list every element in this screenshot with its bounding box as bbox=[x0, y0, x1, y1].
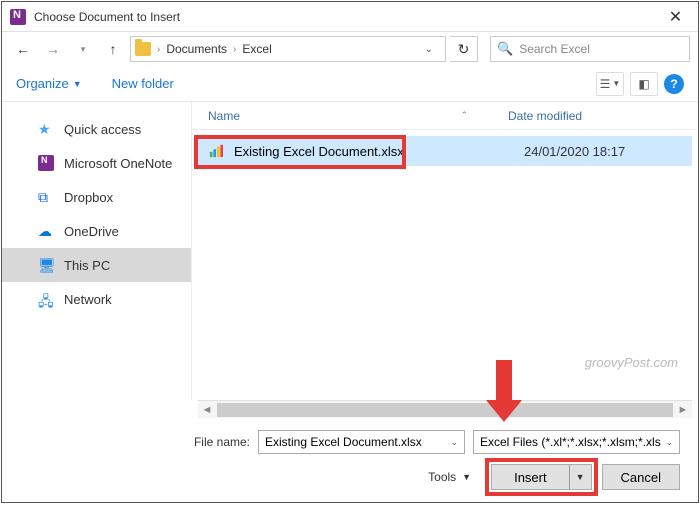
folder-icon bbox=[135, 42, 151, 56]
sidebar-item-network[interactable]: 🖧 Network bbox=[2, 282, 191, 316]
chevron-down-icon: ▼ bbox=[73, 79, 82, 89]
cloud-icon: ☁ bbox=[38, 223, 54, 239]
file-row[interactable]: Existing Excel Document.xlsx 24/01/2020 … bbox=[198, 136, 692, 166]
dialog-title: Choose Document to Insert bbox=[34, 10, 653, 24]
help-button[interactable]: ? bbox=[664, 74, 684, 94]
sidebar-item-onedrive[interactable]: ☁ OneDrive bbox=[2, 214, 191, 248]
scroll-thumb[interactable] bbox=[217, 403, 673, 417]
tools-menu[interactable]: Tools ▼ bbox=[428, 470, 471, 484]
column-headers: Name ⌃ Date modified bbox=[192, 102, 698, 130]
file-dialog: Choose Document to Insert ✕ ← → ▾ ↑ › Do… bbox=[1, 1, 699, 503]
up-button[interactable]: ↑ bbox=[100, 36, 126, 62]
column-date[interactable]: Date modified bbox=[508, 109, 698, 123]
new-folder-button[interactable]: New folder bbox=[112, 76, 174, 91]
preview-pane-button[interactable]: ◧ bbox=[630, 72, 658, 96]
watermark: groovyPost.com bbox=[585, 355, 678, 370]
sidebar-item-quick-access[interactable]: ★ Quick access bbox=[2, 112, 191, 146]
close-button[interactable]: ✕ bbox=[653, 2, 698, 32]
search-icon: 🔍 bbox=[497, 41, 513, 57]
filename-input[interactable]: Existing Excel Document.xlsx ⌄ bbox=[258, 430, 465, 454]
monitor-icon: 🖥 bbox=[38, 257, 54, 273]
button-row: Tools ▼ Insert ▼ Cancel bbox=[20, 464, 680, 490]
cancel-button[interactable]: Cancel bbox=[602, 464, 680, 490]
scroll-left-icon[interactable]: ◄ bbox=[198, 404, 216, 416]
scroll-right-icon[interactable]: ► bbox=[674, 404, 692, 416]
onenote-icon bbox=[10, 9, 26, 25]
filename-row: File name: Existing Excel Document.xlsx … bbox=[20, 430, 680, 454]
search-input[interactable]: 🔍 Search Excel bbox=[490, 36, 690, 62]
toolbar: Organize ▼ New folder ☰ ▼ ◧ ? bbox=[2, 66, 698, 102]
chevron-down-icon[interactable]: ⌄ bbox=[450, 437, 458, 448]
file-pane: Name ⌃ Date modified Existing Excel Docu… bbox=[192, 102, 698, 400]
sidebar: ★ Quick access Microsoft OneNote ⧉ Dropb… bbox=[2, 102, 192, 400]
chevron-down-icon: ▼ bbox=[462, 472, 471, 482]
filename-label: File name: bbox=[20, 435, 250, 449]
sort-indicator-icon: ⌃ bbox=[460, 110, 468, 121]
breadcrumb-root[interactable]: Documents bbox=[162, 42, 231, 56]
file-name: Existing Excel Document.xlsx bbox=[234, 144, 524, 159]
sidebar-item-onenote[interactable]: Microsoft OneNote bbox=[2, 146, 191, 180]
back-button[interactable]: ← bbox=[10, 36, 36, 62]
column-name[interactable]: Name ⌃ bbox=[208, 109, 508, 123]
view-options-button[interactable]: ☰ ▼ bbox=[596, 72, 624, 96]
dialog-body: ★ Quick access Microsoft OneNote ⧉ Dropb… bbox=[2, 102, 698, 400]
search-placeholder: Search Excel bbox=[519, 42, 590, 56]
onenote-icon bbox=[38, 155, 54, 171]
chevron-down-icon[interactable]: ⌄ bbox=[665, 437, 673, 448]
chevron-icon: › bbox=[157, 44, 160, 55]
file-type-filter[interactable]: Excel Files (*.xl*;*.xlsx;*.xlsm;*.xls ⌄ bbox=[473, 430, 680, 454]
network-icon: 🖧 bbox=[38, 291, 54, 307]
breadcrumb-folder[interactable]: Excel bbox=[238, 42, 275, 56]
sidebar-item-this-pc[interactable]: 🖥 This PC bbox=[2, 248, 191, 282]
horizontal-scrollbar[interactable]: ◄ ► bbox=[198, 400, 692, 418]
insert-button[interactable]: Insert ▼ bbox=[491, 464, 591, 490]
file-date: 24/01/2020 18:17 bbox=[524, 144, 692, 159]
organize-menu[interactable]: Organize ▼ bbox=[16, 76, 82, 91]
sidebar-item-dropbox[interactable]: ⧉ Dropbox bbox=[2, 180, 191, 214]
nav-row: ← → ▾ ↑ › Documents › Excel ⌄ ↻ 🔍 Search… bbox=[2, 32, 698, 66]
recent-dropdown[interactable]: ▾ bbox=[70, 36, 96, 62]
forward-button: → bbox=[40, 36, 66, 62]
insert-dropdown[interactable]: ▼ bbox=[570, 472, 591, 482]
address-dropdown-icon[interactable]: ⌄ bbox=[417, 44, 441, 55]
excel-file-icon bbox=[208, 143, 224, 159]
dropbox-icon: ⧉ bbox=[38, 189, 54, 205]
address-bar[interactable]: › Documents › Excel ⌄ bbox=[130, 36, 446, 62]
star-icon: ★ bbox=[38, 121, 54, 137]
bottom-panel: File name: Existing Excel Document.xlsx … bbox=[2, 418, 698, 502]
chevron-icon: › bbox=[233, 44, 236, 55]
refresh-button[interactable]: ↻ bbox=[450, 36, 478, 62]
titlebar: Choose Document to Insert ✕ bbox=[2, 2, 698, 32]
